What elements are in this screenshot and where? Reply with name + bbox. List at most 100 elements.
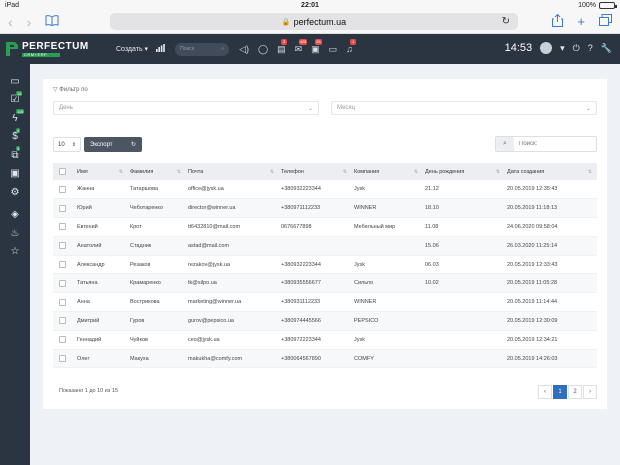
sidebar-item-documents[interactable]: ⧉ 3: [0, 146, 30, 165]
sidebar-item-monitor[interactable]: ▭: [0, 72, 30, 91]
volume-icon[interactable]: ◁): [239, 44, 249, 55]
cell-phone: +380932223344: [279, 255, 352, 275]
header-search-placeholder: Поиск: [180, 46, 194, 52]
table-row[interactable]: Жанна Татаршова office@jysk.ua +38093222334…: [53, 180, 597, 200]
bookmarks-icon[interactable]: [45, 14, 59, 29]
pagination: ‹ 1 2 ›: [538, 385, 597, 399]
table-row[interactable]: Александр Резаков rezakov@jysk.ua +38093222…: [53, 255, 597, 275]
chat-icon[interactable]: ◯: [258, 44, 268, 55]
cell-company: Jysk: [352, 330, 423, 350]
sidebar: ▭ ☑ 16 ϟ 116 $4 ⧉ 3 ▣ ⚙ ◈ ♨ ☆: [0, 64, 30, 465]
table-row[interactable]: Геннадий Чуйков ceo@jysk.ua +380972223344 Jy…: [53, 330, 597, 350]
row-checkbox[interactable]: [59, 336, 66, 344]
reload-icon[interactable]: ↻: [502, 16, 510, 27]
day-select[interactable]: День ⌄: [53, 101, 319, 115]
row-checkbox[interactable]: [59, 204, 66, 212]
table-row[interactable]: Татьяна Крамаренко tk@silpo.ua +38093555667…: [53, 273, 597, 294]
cell-last-name: Чуйков: [128, 330, 186, 350]
tasks-icon[interactable]: ▣ 25: [311, 38, 322, 55]
table-row[interactable]: Анна Вострикова marketing@winner.ua +380931…: [53, 292, 597, 313]
chevron-down-icon[interactable]: ▾: [560, 43, 565, 54]
wrench-icon[interactable]: 🔧: [601, 43, 612, 54]
inbox-icon[interactable]: ▭: [329, 44, 338, 55]
month-select[interactable]: Месяц ⌄: [331, 101, 597, 115]
table-row[interactable]: Юрий Чеботаренко director@winner.ua +380971…: [53, 198, 597, 219]
create-button[interactable]: Создать ▾: [116, 45, 148, 53]
battery-indicator: 100%: [578, 1, 617, 9]
logo[interactable]: PERFECTUM CRM+ERP: [6, 40, 106, 57]
flame-icon: ♨: [10, 227, 20, 239]
stats-icon[interactable]: [156, 44, 165, 54]
back-icon[interactable]: ‹: [8, 14, 13, 30]
new-tab-icon[interactable]: +: [577, 14, 585, 30]
sidebar-item-projects[interactable]: ▣: [0, 165, 30, 184]
row-checkbox[interactable]: [59, 279, 66, 287]
row-checkbox[interactable]: [59, 298, 66, 306]
cell-company: Сильпо: [352, 273, 423, 294]
row-checkbox[interactable]: [59, 355, 66, 363]
export-button[interactable]: Экспорт ↻: [84, 137, 142, 152]
refresh-icon[interactable]: ↻: [131, 141, 136, 148]
sidebar-item-finance[interactable]: $4: [0, 127, 30, 147]
column-header[interactable]: День рождения ⇅: [423, 163, 505, 180]
page-button-2[interactable]: 2: [568, 385, 582, 399]
cell-first-name: Жанна: [75, 180, 128, 200]
column-header[interactable]: Фамилия ⇅: [128, 163, 186, 180]
cell-birthday: 06.03: [423, 255, 505, 275]
select-all-header[interactable]: [53, 163, 75, 180]
sidebar-item-settings[interactable]: ⚙: [0, 183, 30, 202]
sidebar-item-activity[interactable]: ϟ 116: [0, 109, 30, 128]
filter-title-text: Фильтр по: [59, 87, 88, 93]
logo-name: PERFECTUM: [22, 40, 89, 52]
column-header[interactable]: Дата создания ⇅: [505, 163, 597, 180]
app-header: PERFECTUM CRM+ERP Создать ▾ Поиск ⌕ ◁) ◯…: [0, 34, 620, 64]
address-bar[interactable]: 🔒 perfectum.ua ↻: [110, 13, 518, 30]
sidebar-item-favorites[interactable]: ☆: [0, 243, 30, 262]
bell-icon[interactable]: ♫ 1: [346, 39, 357, 54]
cell-created: 24.06.2020 09:58:04: [505, 217, 597, 237]
cell-email: marketing@winner.ua: [186, 292, 279, 313]
table-row[interactable]: Евгений Крот tt6432810@mail.com 0676677898 М…: [53, 217, 597, 237]
row-checkbox[interactable]: [59, 242, 66, 250]
cell-birthday: [423, 330, 505, 350]
row-checkbox[interactable]: [59, 317, 66, 325]
column-header[interactable]: Телефон ⇅: [279, 163, 352, 180]
ios-status-bar: iPad 22:01 100%: [0, 0, 620, 10]
column-header[interactable]: Имя ⇅: [75, 163, 128, 180]
row-checkbox[interactable]: [59, 223, 66, 231]
table-row[interactable]: Олег Макуха makukha@comfy.com +380064567890…: [53, 349, 597, 369]
forward-icon[interactable]: ›: [27, 14, 32, 30]
page-size-select[interactable]: 10 ⇕: [53, 137, 81, 152]
sidebar-item-tasks[interactable]: ☑ 16: [0, 90, 30, 110]
sidebar-item-hot[interactable]: ♨: [0, 224, 30, 243]
cell-last-name: Резаков: [128, 255, 186, 275]
sidebar-item-layers[interactable]: ◈: [0, 206, 30, 225]
next-page-button[interactable]: ›: [583, 385, 597, 399]
help-icon[interactable]: ?: [588, 43, 593, 53]
share-icon[interactable]: [552, 13, 564, 30]
table-search-input[interactable]: [514, 137, 594, 151]
row-checkbox[interactable]: [59, 185, 66, 193]
avatar[interactable]: [540, 42, 553, 54]
tabs-icon[interactable]: [599, 14, 612, 30]
page-button-1[interactable]: 1: [553, 385, 567, 399]
cell-created: 20.05.2019 14:26:03: [505, 349, 597, 369]
header-search-input[interactable]: Поиск ⌕: [175, 42, 230, 56]
mail-icon[interactable]: ✉ 425: [295, 38, 308, 55]
cell-created: 20.05.2019 11:05:28: [505, 273, 597, 294]
row-checkbox[interactable]: [59, 261, 66, 269]
cell-created: 20.05.2019 11:18:13: [505, 198, 597, 219]
badge: 116: [16, 109, 25, 114]
table-row[interactable]: Дмитрий Гуров gurov@pepsico.ua +38097444556…: [53, 311, 597, 331]
cell-company: COMFY: [352, 349, 423, 369]
column-header[interactable]: Почта ⇅: [186, 163, 279, 180]
table-header-row: Имя ⇅ Фамилия ⇅ Почта ⇅ Телефон ⇅ Компания ⇅ …: [53, 163, 597, 180]
power-icon[interactable]: ⏻: [573, 43, 580, 54]
cell-last-name: Гуров: [128, 311, 186, 331]
table-row[interactable]: Анатолий Стадник astad@mail.com 15.06 26.03.…: [53, 236, 597, 256]
badge: 4: [16, 127, 21, 133]
prev-page-button[interactable]: ‹: [538, 385, 552, 399]
column-header[interactable]: Компания ⇅: [352, 163, 423, 180]
messages-icon[interactable]: ▤ 3: [277, 38, 288, 55]
select-all-checkbox[interactable]: [59, 168, 66, 175]
